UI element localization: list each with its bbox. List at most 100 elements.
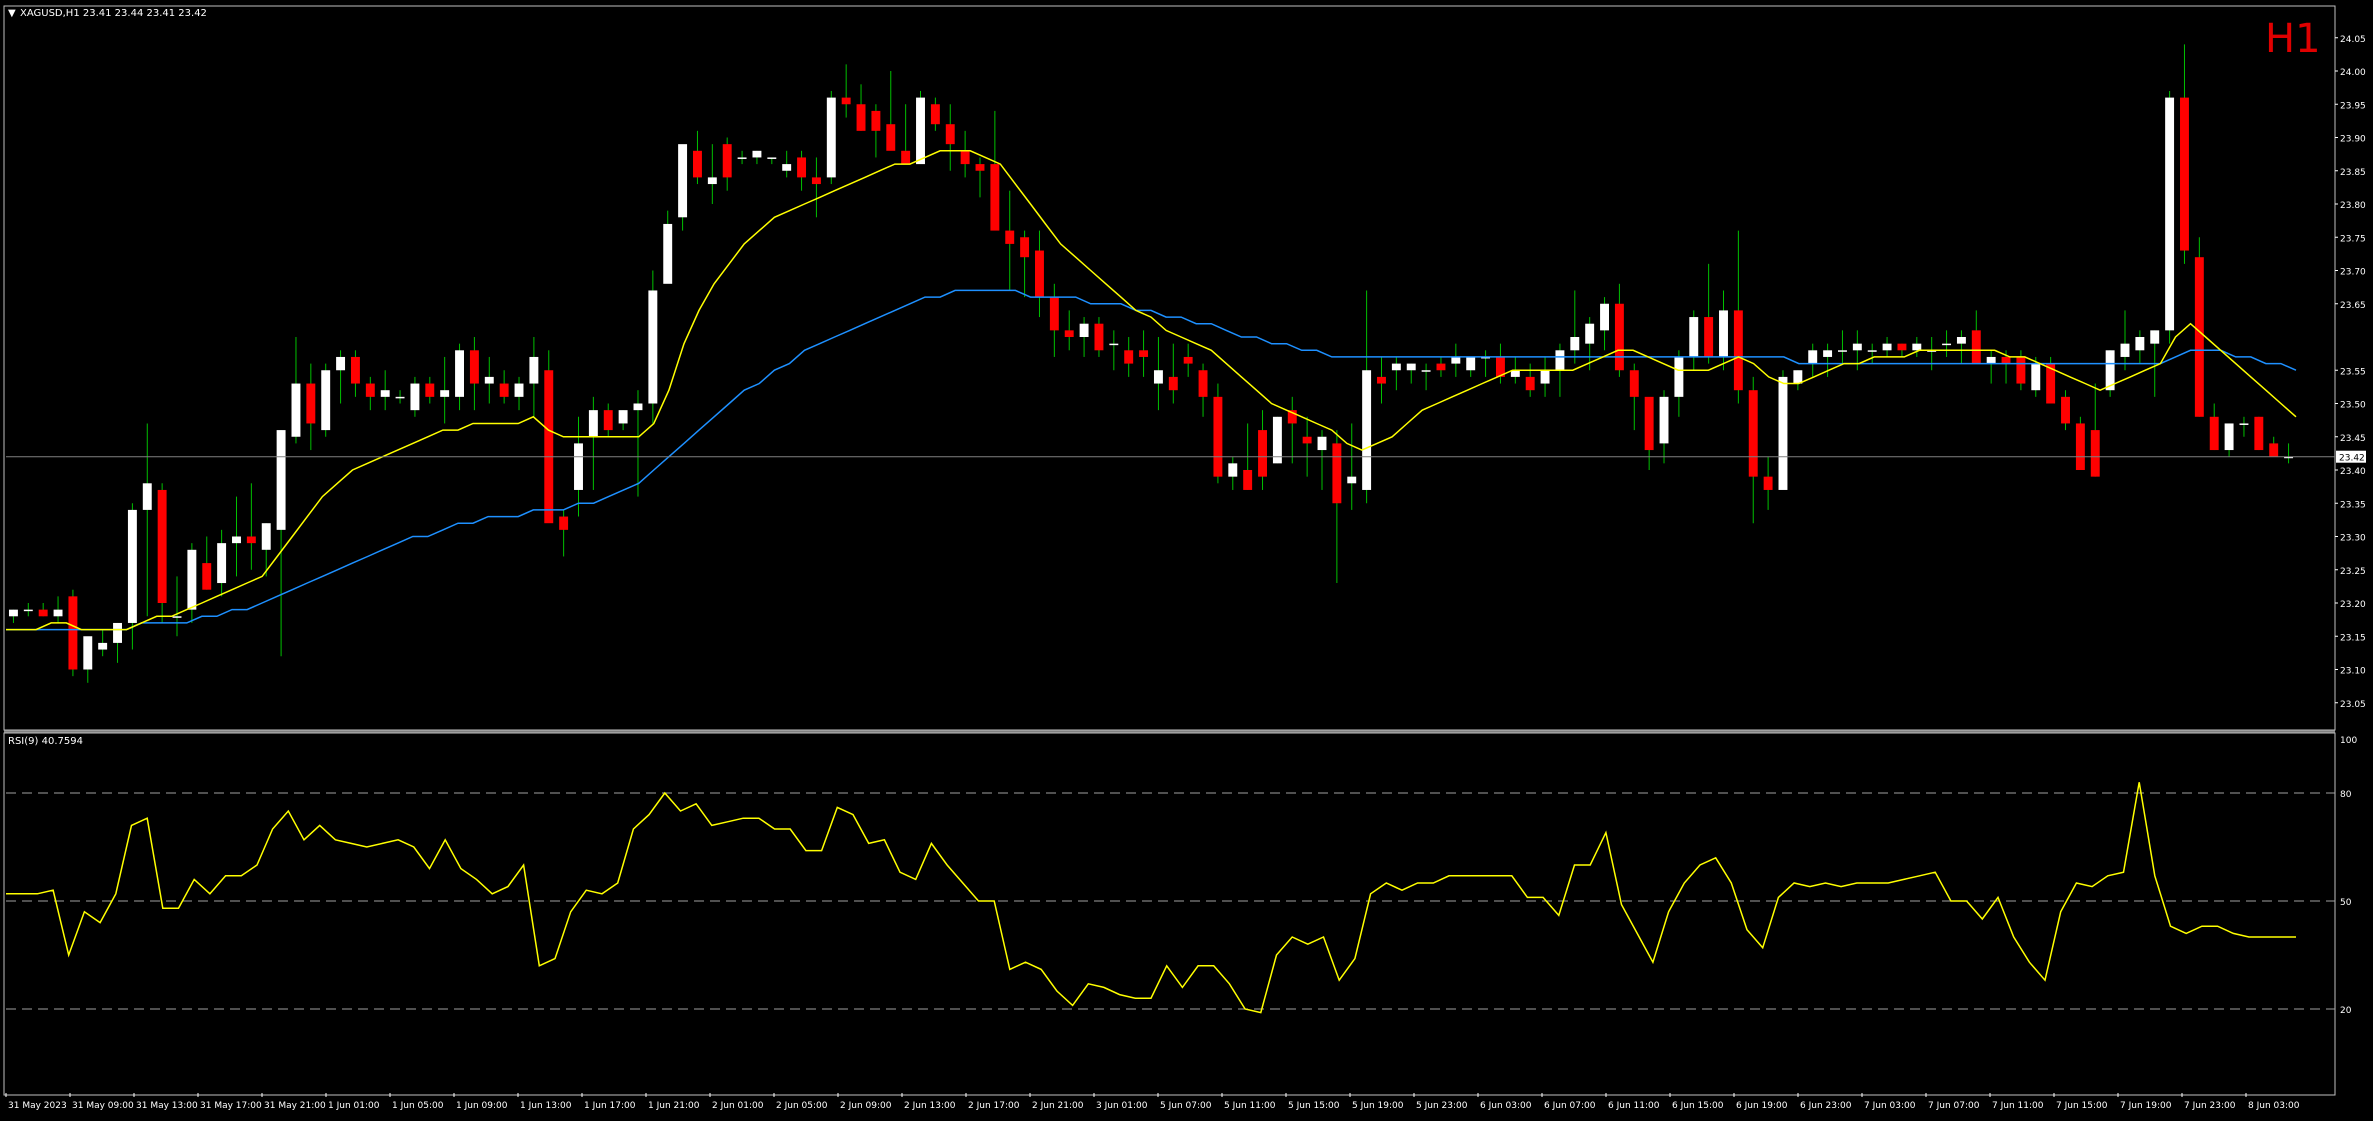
- bull-candle: [1347, 476, 1357, 484]
- bull-candle: [1912, 343, 1922, 351]
- bull-candle: [1778, 376, 1788, 490]
- bull-candle: [1600, 303, 1609, 331]
- bear-candle: [1035, 250, 1044, 298]
- bull-candle: [707, 177, 717, 185]
- bull-candle: [172, 616, 182, 618]
- bear-candle: [856, 104, 866, 131]
- bull-candle: [529, 356, 539, 384]
- time-tick-label: 2 Jun 21:00: [1032, 1101, 1084, 1111]
- bull-candle: [767, 157, 777, 159]
- bull-candle: [1689, 317, 1699, 357]
- bull-candle: [127, 509, 137, 623]
- rsi-tick-label: 50: [2340, 898, 2352, 908]
- chart-background: [0, 0, 2373, 1117]
- price-tick-label: 23.45: [2340, 434, 2366, 444]
- bull-candle: [1570, 337, 1580, 351]
- bear-candle: [1020, 237, 1030, 258]
- bull-candle: [1109, 343, 1119, 346]
- bear-candle: [1644, 396, 1654, 451]
- bull-candle: [187, 549, 197, 610]
- bull-candle: [410, 383, 420, 411]
- price-tick-label: 23.20: [2340, 600, 2366, 610]
- bear-candle: [2016, 356, 2026, 384]
- price-tick-label: 23.15: [2340, 633, 2366, 643]
- bear-candle: [1139, 350, 1149, 357]
- time-tick-label: 2 Jun 09:00: [840, 1101, 892, 1111]
- bull-candle: [1406, 363, 1416, 371]
- price-tick-label: 23.70: [2340, 268, 2366, 278]
- time-tick-label: 2 Jun 13:00: [904, 1101, 956, 1111]
- bull-candle: [588, 410, 598, 437]
- price-chart[interactable]: ▼ XAGUSD,H1 23.41 23.44 23.41 23.42 H1 R…: [0, 0, 2373, 1117]
- time-tick-label: 8 Jun 03:00: [2248, 1101, 2300, 1111]
- bear-candle: [2075, 423, 2085, 470]
- bear-candle: [901, 150, 911, 165]
- symbol-dropdown-icon[interactable]: ▼: [8, 8, 16, 19]
- bull-candle: [142, 483, 152, 510]
- bull-candle: [1793, 370, 1803, 384]
- price-tick-label: 23.80: [2340, 201, 2366, 211]
- bull-candle: [1153, 370, 1163, 384]
- time-tick-label: 3 Jun 01:00: [1096, 1101, 1148, 1111]
- bear-candle: [2180, 97, 2189, 251]
- price-tick-label: 23.30: [2340, 534, 2366, 544]
- bear-candle: [1183, 356, 1193, 364]
- bull-candle: [514, 383, 524, 397]
- bull-candle: [678, 144, 688, 218]
- bear-candle: [1629, 370, 1639, 397]
- bull-candle: [2239, 423, 2249, 425]
- time-tick-label: 6 Jun 23:00: [1800, 1101, 1852, 1111]
- bull-candle: [232, 536, 241, 544]
- bear-candle: [1064, 330, 1074, 337]
- bull-candle: [336, 356, 346, 371]
- bull-candle: [53, 609, 63, 617]
- time-tick-label: 5 Jun 23:00: [1416, 1101, 1468, 1111]
- price-tick-label: 23.40: [2340, 467, 2366, 477]
- bear-candle: [930, 104, 940, 125]
- bear-candle: [68, 596, 78, 670]
- bear-candle: [1763, 476, 1773, 490]
- time-tick-label: 7 Jun 03:00: [1864, 1101, 1916, 1111]
- rsi-tick-label: 100: [2340, 736, 2357, 746]
- bull-candle: [1362, 370, 1372, 490]
- bull-candle: [916, 97, 925, 165]
- bull-candle: [276, 430, 286, 530]
- bull-candle: [1867, 350, 1877, 352]
- bear-candle: [559, 516, 569, 530]
- time-tick-label: 5 Jun 15:00: [1288, 1101, 1340, 1111]
- bull-candle: [440, 390, 450, 397]
- time-tick-label: 31 May 09:00: [72, 1101, 134, 1111]
- price-tick-label: 23.50: [2340, 401, 2366, 411]
- bull-candle: [98, 642, 108, 650]
- bear-candle: [499, 383, 509, 397]
- time-tick-label: 6 Jun 07:00: [1544, 1101, 1596, 1111]
- bear-candle: [990, 164, 1000, 231]
- time-tick-label: 2 Jun 01:00: [712, 1101, 764, 1111]
- rsi-tick-label: 80: [2340, 790, 2352, 800]
- bear-candle: [544, 370, 554, 524]
- time-tick-label: 5 Jun 19:00: [1352, 1101, 1404, 1111]
- bear-candle: [811, 177, 821, 185]
- bear-candle: [469, 350, 479, 384]
- bull-candle: [8, 609, 18, 617]
- price-tick-label: 23.05: [2340, 700, 2366, 710]
- price-tick-label: 23.95: [2340, 101, 2366, 111]
- time-tick-label: 31 May 17:00: [200, 1101, 262, 1111]
- bull-candle: [826, 97, 836, 178]
- bull-candle: [1882, 343, 1892, 351]
- bull-candle: [23, 609, 33, 612]
- bull-candle: [1540, 370, 1550, 384]
- bear-candle: [425, 383, 435, 397]
- bear-candle: [2269, 443, 2279, 457]
- bear-candle: [722, 144, 732, 178]
- time-tick-label: 1 Jun 05:00: [392, 1101, 444, 1111]
- bull-candle: [291, 383, 301, 437]
- bull-candle: [2224, 423, 2234, 451]
- bull-candle: [1719, 310, 1728, 357]
- bear-candle: [1748, 390, 1758, 477]
- bull-candle: [2165, 97, 2175, 331]
- bull-candle: [648, 290, 658, 404]
- bear-candle: [1332, 443, 1342, 504]
- timeframe-label: H1: [2265, 16, 2321, 62]
- bear-candle: [38, 609, 48, 617]
